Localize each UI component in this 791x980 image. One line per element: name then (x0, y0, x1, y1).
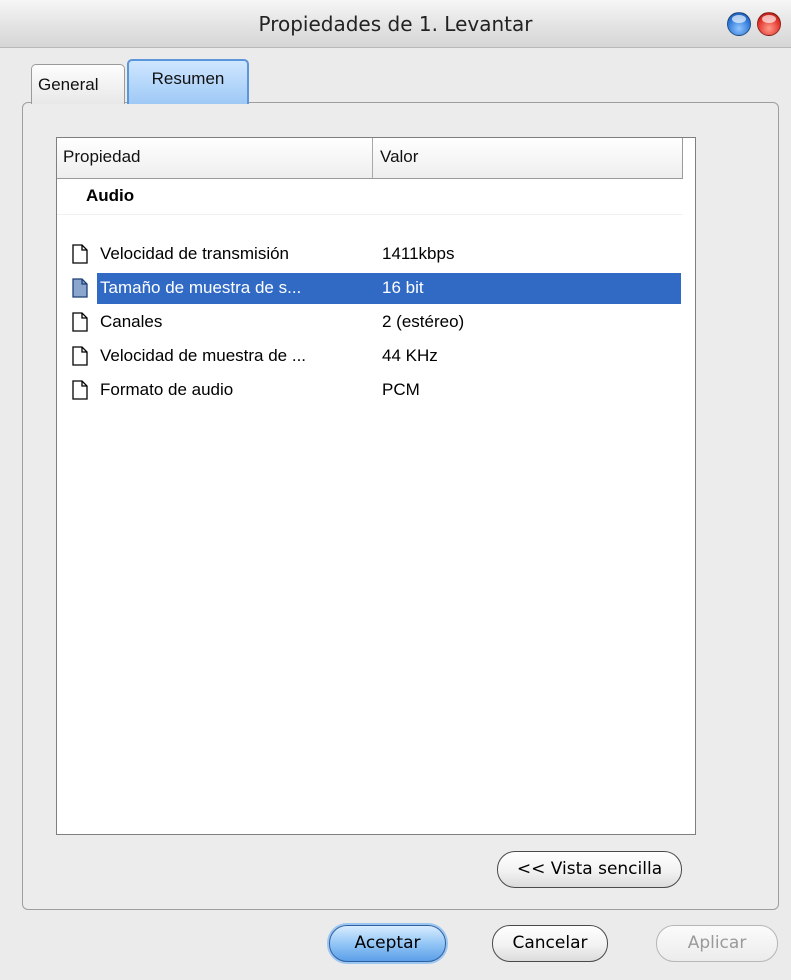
property-name: Velocidad de muestra de ... (100, 346, 307, 365)
property-name: Velocidad de transmisión (100, 244, 290, 263)
column-header-valor[interactable]: Valor (374, 138, 683, 178)
property-value: 44 KHz (382, 346, 438, 365)
group-divider (57, 214, 683, 215)
window-title: Propiedades de 1. Levantar (258, 12, 533, 36)
minimize-button[interactable] (727, 12, 751, 36)
table-row[interactable]: Formato de audio PCM (66, 375, 681, 406)
table-row[interactable]: Canales 2 (estéreo) (66, 307, 681, 338)
table-row[interactable]: Velocidad de transmisión 1411kbps (66, 239, 681, 270)
document-icon (72, 346, 88, 366)
table-header: Propiedad Valor (57, 138, 683, 179)
group-header-audio: Audio (86, 186, 135, 205)
title-bar: Propiedades de 1. Levantar (0, 0, 791, 48)
property-value: 1411kbps (382, 244, 455, 263)
property-value: PCM (382, 380, 420, 399)
document-icon (72, 312, 88, 332)
simple-view-button[interactable]: << Vista sencilla (497, 851, 682, 888)
properties-table[interactable]: Propiedad Valor Audio Velocidad de trans… (56, 137, 696, 835)
property-value: 2 (estéreo) (382, 312, 465, 331)
document-icon (72, 380, 88, 400)
table-row[interactable]: Velocidad de muestra de ... 44 KHz (66, 341, 681, 372)
column-header-propiedad[interactable]: Propiedad (57, 138, 373, 178)
document-icon (72, 244, 88, 264)
property-name: Canales (100, 312, 163, 331)
property-name: Tamaño de muestra de s... (100, 278, 302, 297)
table-row-selected[interactable]: Tamaño de muestra de s... 16 bit (66, 273, 681, 304)
property-value: 16 bit (382, 278, 424, 297)
tab-resumen[interactable]: Resumen (127, 59, 249, 104)
accept-button[interactable]: Aceptar (329, 925, 446, 962)
cancel-button[interactable]: Cancelar (492, 925, 608, 962)
property-name: Formato de audio (100, 380, 234, 399)
close-button[interactable] (757, 12, 781, 36)
document-icon (72, 278, 88, 298)
apply-button[interactable]: Aplicar (656, 925, 778, 962)
tab-general[interactable]: General (31, 64, 125, 104)
